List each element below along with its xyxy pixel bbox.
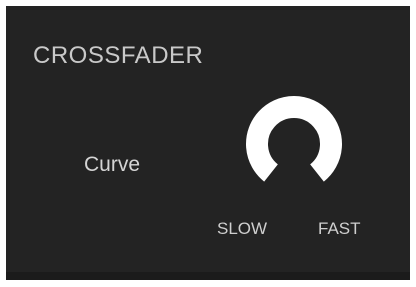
crossfader-panel: CROSSFADER Curve SLOW FAST — [6, 6, 410, 280]
curve-min-label: SLOW — [217, 219, 268, 238]
knob-arc — [246, 96, 342, 182]
curve-max-label: FAST — [318, 219, 361, 238]
knob-icon — [246, 96, 342, 182]
panel-bottom-edge — [6, 272, 410, 280]
curve-knob[interactable] — [240, 87, 348, 187]
panel-title: CROSSFADER — [33, 42, 204, 69]
curve-label: Curve — [84, 153, 141, 176]
